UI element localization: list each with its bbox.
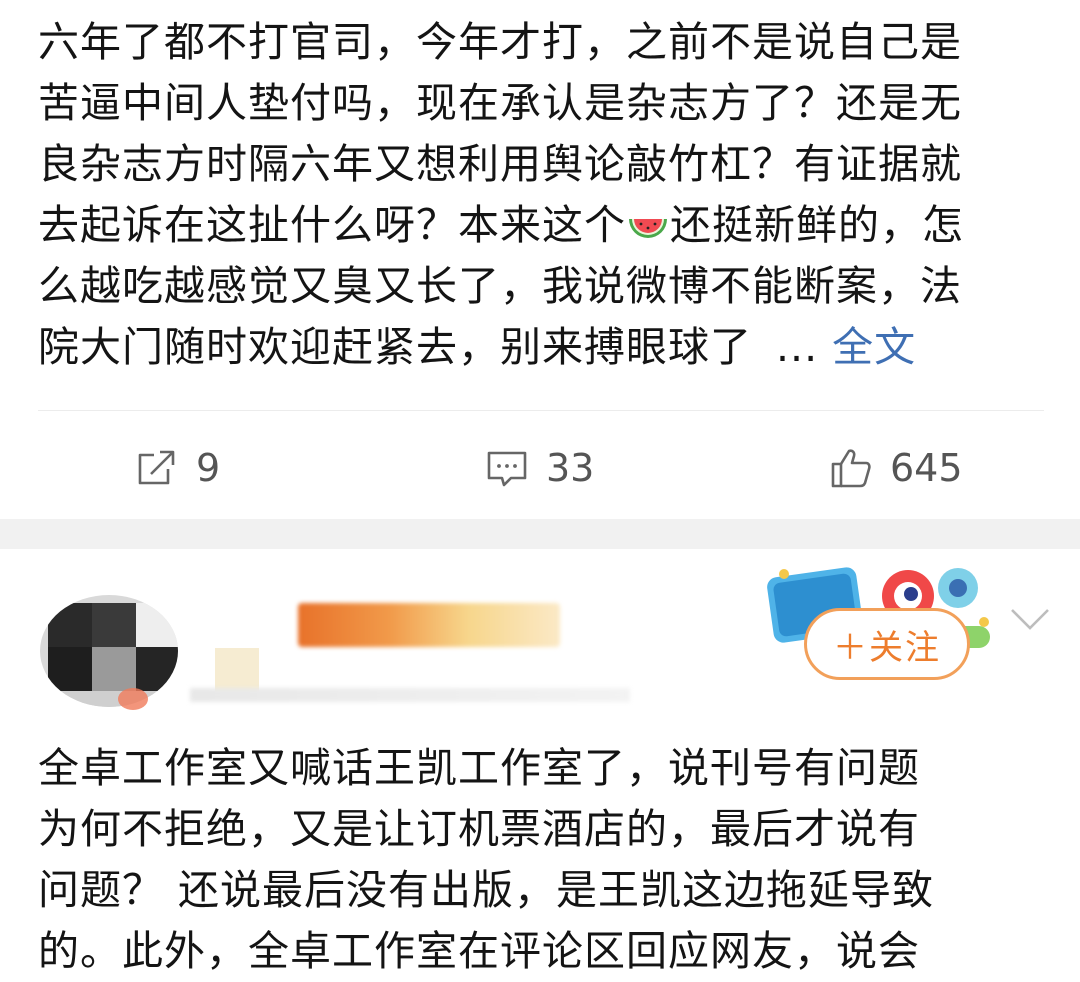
watermelon-emoji — [629, 219, 667, 238]
follow-button[interactable]: ＋关注 — [804, 608, 970, 680]
repost-icon — [138, 450, 175, 485]
post-meta — [190, 688, 630, 702]
repost-count: 9 — [196, 446, 221, 490]
comment-count: 33 — [546, 446, 595, 490]
thumbs-up-icon — [831, 449, 871, 488]
divider — [38, 410, 1044, 411]
comment-icon — [487, 451, 527, 487]
post-text-2: 全卓工作室又喊话王凯工作室了，说刊号有问题 为何不拒绝，又是让订机票酒店的，最后… — [38, 744, 935, 975]
ellipsis: ... — [776, 323, 819, 371]
chevron-down-icon[interactable] — [1008, 604, 1052, 634]
full-text-link[interactable]: 全文 — [832, 323, 916, 371]
verified-badge-icon — [118, 688, 148, 710]
username[interactable] — [298, 603, 560, 647]
avatar[interactable] — [40, 595, 178, 707]
post-text: 六年了都不打官司，今年才打，之前不是说自己是 苦逼中间人垫付吗，现在承认是杂志方… — [38, 12, 1048, 378]
repost-button[interactable]: 9 — [134, 444, 220, 492]
like-button[interactable]: 645 — [828, 444, 963, 492]
like-count: 645 — [890, 446, 963, 490]
user-level-icon — [215, 648, 259, 692]
comment-button[interactable]: 33 — [484, 444, 594, 492]
feed-separator — [0, 519, 1080, 549]
